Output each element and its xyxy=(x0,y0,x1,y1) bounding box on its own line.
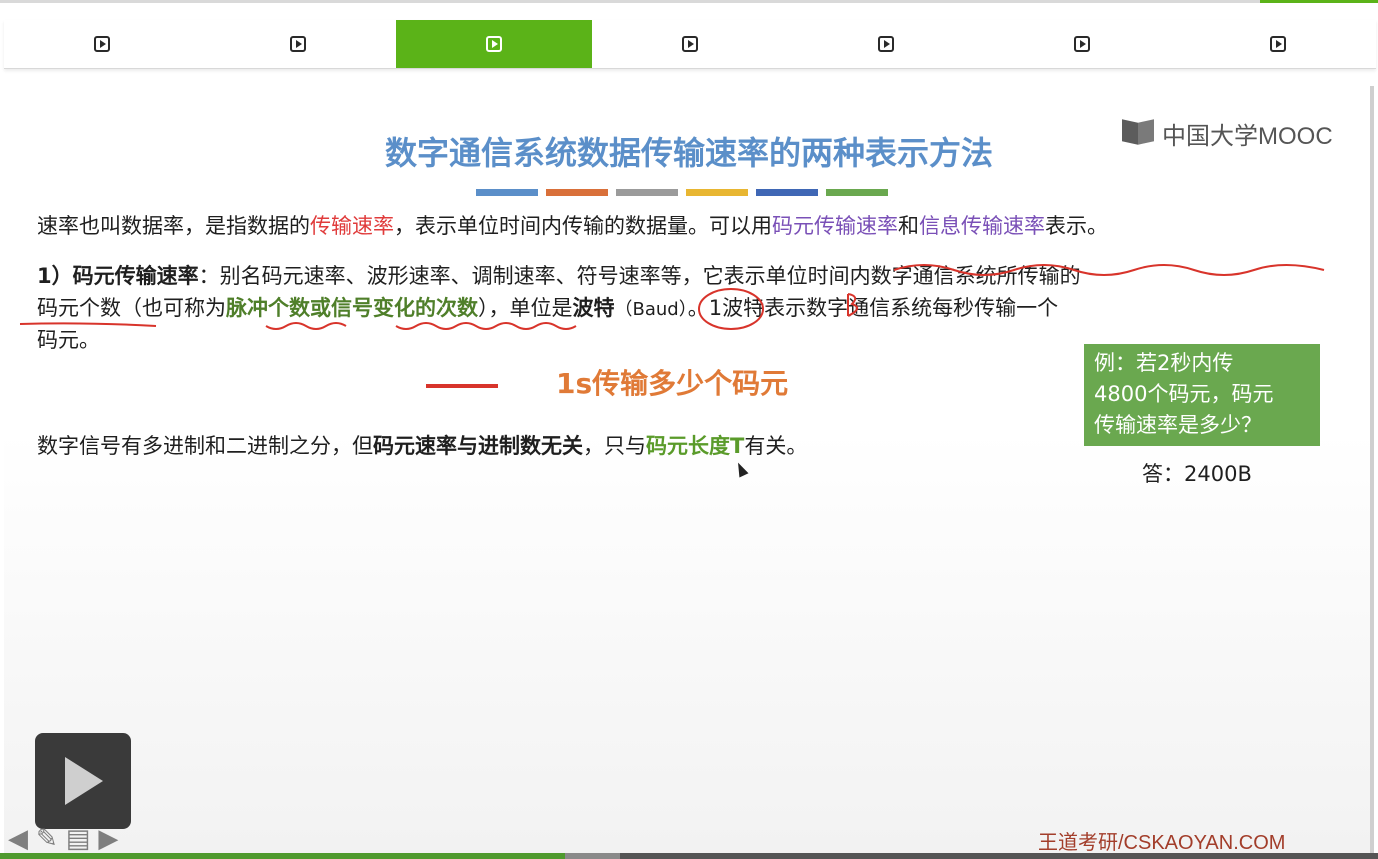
wavy-underline-annotation xyxy=(395,322,577,330)
progress-fill xyxy=(0,853,565,859)
example-line: 4800个码元，码元 xyxy=(1094,382,1274,406)
wavy-underline-annotation xyxy=(893,264,1325,276)
paragraph-radix: 数字信号有多进制和二进制之分，但码元速率与进制数无关，只与码元长度T有关。 xyxy=(37,430,807,462)
highlight-independent: 码元速率与进制数无关 xyxy=(373,434,583,458)
example-line: 传输速率是多少？ xyxy=(1094,413,1262,437)
play-square-icon xyxy=(290,36,306,52)
video-progress-bar[interactable] xyxy=(0,853,1378,859)
play-square-icon xyxy=(878,36,894,52)
underline-annotation xyxy=(19,322,157,327)
arrow-right-icon[interactable]: ▶ xyxy=(98,826,118,852)
slide-area: 中国大学MOOC 数字通信系统数据传输速率的两种表示方法 速率也叫数据率，是指数… xyxy=(4,86,1374,854)
lesson-tab-2[interactable] xyxy=(200,20,396,68)
play-square-icon xyxy=(682,36,698,52)
play-square-icon xyxy=(1074,36,1090,52)
slogan-text: 1s传输多少个码元 xyxy=(556,367,789,400)
pen-icon[interactable]: ✎ xyxy=(36,826,58,852)
text: ，只与 xyxy=(583,434,646,458)
text: 有关。 xyxy=(744,434,808,458)
lesson-tab-3[interactable] xyxy=(396,20,592,68)
note-icon[interactable]: ▤ xyxy=(66,826,91,852)
top-progress-line xyxy=(0,0,1378,3)
example-line: 例：若2秒内传 xyxy=(1094,351,1234,375)
arrow-left-icon[interactable]: ◀ xyxy=(8,826,28,852)
lesson-tab-1[interactable] xyxy=(4,20,200,68)
lesson-tab-6[interactable] xyxy=(984,20,1180,68)
lesson-tab-4[interactable] xyxy=(592,20,788,68)
play-square-icon xyxy=(486,36,502,52)
player-toolbar: ◀ ✎ ▤ ▶ xyxy=(8,826,118,852)
play-square-icon xyxy=(1270,36,1286,52)
example-box: 例：若2秒内传 4800个码元，码元 传输速率是多少？ xyxy=(1084,344,1320,446)
highlight-symbol-length: 码元长度T xyxy=(646,434,745,458)
top-accent xyxy=(1260,0,1378,3)
lesson-tab-7[interactable] xyxy=(1180,20,1376,68)
progress-buffer xyxy=(564,853,621,859)
play-button[interactable] xyxy=(35,733,131,829)
lesson-tab-5[interactable] xyxy=(788,20,984,68)
circle-annotation xyxy=(698,288,764,330)
answer-text: 答：2400B xyxy=(1142,462,1252,486)
wavy-underline-annotation xyxy=(265,322,347,330)
text: 数字信号有多进制和二进制之分，但 xyxy=(37,434,373,458)
letter-b-annotation xyxy=(847,293,859,317)
lesson-tab-bar xyxy=(4,20,1376,69)
footer-brand: 王道考研/CSKAOYAN.COM xyxy=(1038,832,1286,854)
play-square-icon xyxy=(94,36,110,52)
